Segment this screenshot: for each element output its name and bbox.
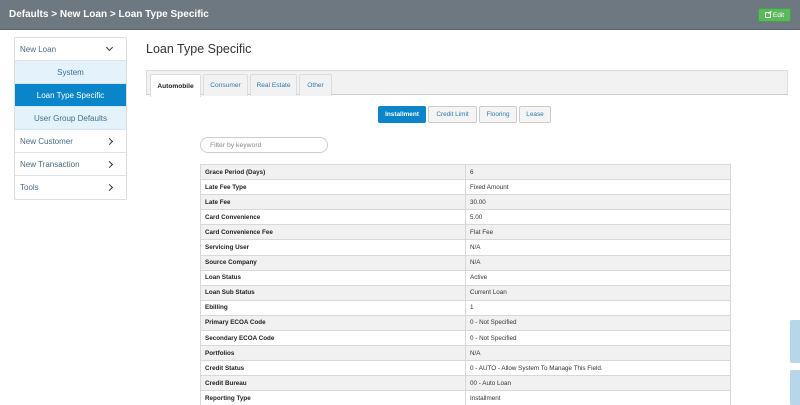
row-value: 5.00 xyxy=(465,209,731,226)
sidebar-subitem-loan-type-specific[interactable]: Loan Type Specific xyxy=(15,84,126,107)
chevron-right-icon xyxy=(105,160,114,168)
row-label: Late Fee Type xyxy=(200,179,466,196)
sidebar-item-new-loan[interactable]: New Loan xyxy=(15,38,126,61)
row-value: N/A xyxy=(465,345,731,362)
sidebar-item-label: System xyxy=(57,67,84,77)
row-label: Source Company xyxy=(200,254,466,271)
row-label: Grace Period (Days) xyxy=(200,163,466,181)
row-value: 00 - Auto Loan xyxy=(465,375,731,392)
pill-flooring[interactable]: Flooring xyxy=(479,106,517,123)
pill-lease[interactable]: Lease xyxy=(519,106,551,123)
chevron-right-icon xyxy=(105,183,114,192)
sidebar-item-label: New Customer xyxy=(20,136,73,146)
row-value: Fixed Amount xyxy=(465,179,731,196)
row-value: 30.00 xyxy=(465,194,731,211)
table-row: Card Convenience 5.00 xyxy=(200,209,731,226)
row-label: Secondary ECOA Code xyxy=(200,330,466,347)
row-value: N/A xyxy=(465,239,731,256)
sidebar-item-tools[interactable]: Tools xyxy=(15,176,126,199)
row-label: Ebilling xyxy=(200,299,466,316)
sidebar-item-label: New Loan xyxy=(20,44,57,54)
table-row: Reporting Type Installment xyxy=(200,390,731,405)
table-row: Credit Status 0 - AUTO - Allow System To … xyxy=(200,360,731,377)
row-value: N/A xyxy=(465,254,731,271)
chevron-right-icon xyxy=(105,137,114,145)
table-row: Card Convenience Fee Flat Fee xyxy=(200,224,731,241)
row-value: 0 - AUTO - Allow System To Manage This F… xyxy=(465,360,731,377)
row-label: Credit Bureau xyxy=(200,375,466,392)
row-value: 1 xyxy=(465,299,731,316)
table-row: Secondary ECOA Code 0 - Not Specified xyxy=(200,330,731,347)
filter-input[interactable] xyxy=(200,137,328,153)
row-value: Current Loan xyxy=(465,284,731,301)
sidebar-item-label: Tools xyxy=(20,183,39,192)
row-value: Active xyxy=(465,269,731,286)
sidebar-item-new-transaction[interactable]: New Transaction xyxy=(15,153,126,176)
table-row: Loan Sub Status Current Loan xyxy=(200,284,731,301)
table-row: Source Company N/A xyxy=(200,254,731,271)
sidebar-item-label: New Transaction xyxy=(20,159,80,169)
pill-credit-limit[interactable]: Credit Limit xyxy=(428,106,477,123)
row-label: Card Convenience xyxy=(200,209,466,226)
tab-real-estate[interactable]: Real Estate xyxy=(250,74,297,96)
top-bar: Defaults > New Loan > Loan Type Specific… xyxy=(0,0,800,30)
table-row: Servicing User N/A xyxy=(200,239,731,256)
table-row: Credit Bureau 00 - Auto Loan xyxy=(200,375,731,392)
row-value: Installment xyxy=(465,390,731,405)
sidebar-item-label: User Group Defaults xyxy=(34,113,107,123)
row-label: Reporting Type xyxy=(200,390,466,405)
row-label: Late Fee xyxy=(200,194,466,211)
sidebar: New Loan System Loan Type Specific User … xyxy=(14,37,127,200)
tab-other[interactable]: Other xyxy=(299,74,332,96)
row-label: Loan Sub Status xyxy=(200,284,466,301)
pill-installment[interactable]: Installment xyxy=(378,106,426,123)
page-title: Loan Type Specific xyxy=(146,42,252,56)
row-label: Primary ECOA Code xyxy=(200,314,466,332)
row-label: Portfolios xyxy=(200,345,466,362)
sidebar-subitem-user-group-defaults[interactable]: User Group Defaults xyxy=(15,107,126,130)
table-row: Late Fee 30.00 xyxy=(200,194,731,211)
row-value: Flat Fee xyxy=(465,224,731,241)
row-value: 0 - Not Specified xyxy=(465,330,731,347)
edit-icon xyxy=(764,12,771,18)
edit-button[interactable]: Edit xyxy=(758,8,791,22)
table-row: Portfolios N/A xyxy=(200,345,731,362)
tab-bar: Automobile Consumer Real Estate Other xyxy=(146,70,788,97)
side-scroll-handle[interactable] xyxy=(790,320,800,363)
table-row: Grace Period (Days) 6 xyxy=(200,163,731,181)
tab-automobile[interactable]: Automobile xyxy=(150,74,201,97)
table-row: Late Fee Type Fixed Amount xyxy=(200,179,731,196)
row-label: Loan Status xyxy=(200,269,466,286)
breadcrumb: Defaults > New Loan > Loan Type Specific xyxy=(9,9,209,20)
row-label: Credit Status xyxy=(200,360,466,377)
edit-button-label: Edit xyxy=(772,11,785,19)
sidebar-item-new-customer[interactable]: New Customer xyxy=(15,130,126,153)
row-value: 0 - Not Specified xyxy=(465,314,731,332)
sidebar-item-label: Loan Type Specific xyxy=(36,90,105,100)
tab-consumer[interactable]: Consumer xyxy=(203,74,248,96)
row-label: Servicing User xyxy=(200,239,466,256)
settings-table: Grace Period (Days) 6 Late Fee Type Fixed A… xyxy=(200,163,731,405)
sidebar-subitem-system[interactable]: System xyxy=(15,61,126,84)
loan-subtype-selector: Installment Credit Limit Flooring Lease xyxy=(378,106,551,123)
row-value: 6 xyxy=(465,163,731,181)
table-row: Loan Status Active xyxy=(200,269,731,286)
side-scroll-handle[interactable] xyxy=(790,370,800,405)
table-row: Ebilling 1 xyxy=(200,299,731,316)
table-row: Primary ECOA Code 0 - Not Specified xyxy=(200,314,731,332)
chevron-down-icon xyxy=(105,43,114,52)
row-label: Card Convenience Fee xyxy=(200,224,466,241)
